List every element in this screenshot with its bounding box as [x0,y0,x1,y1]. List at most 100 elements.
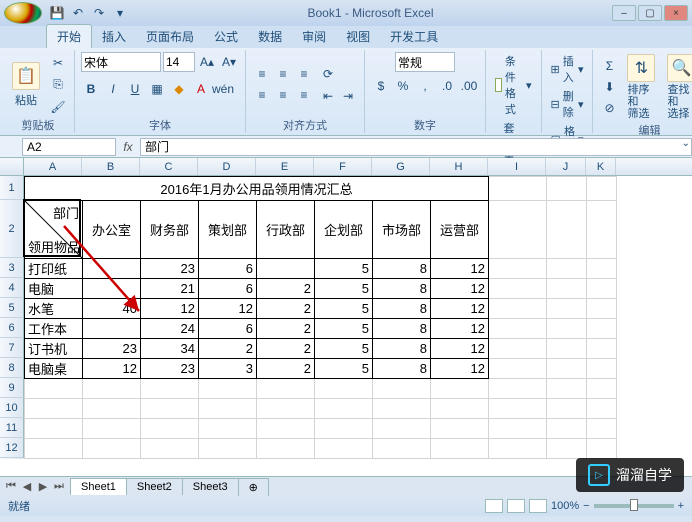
inc-decimal-icon[interactable]: .0 [437,76,457,96]
row-header-11[interactable]: 11 [0,418,24,438]
row-header-12[interactable]: 12 [0,438,24,458]
tab-view[interactable]: 视图 [336,25,380,48]
dept-header[interactable]: 行政部 [257,201,315,259]
font-name-select[interactable] [81,52,161,72]
row-header-8[interactable]: 8 [0,358,24,378]
delete-cells-button[interactable]: ⊟ 删除 ▾ [548,87,587,121]
name-box[interactable]: A2 [22,138,116,156]
clear-icon[interactable]: ⊘ [599,98,619,118]
expand-formula-icon[interactable]: ⌄ [682,138,690,149]
row-header-5[interactable]: 5 [0,298,24,318]
row-header-3[interactable]: 3 [0,258,24,278]
redo-icon[interactable]: ↷ [90,4,108,22]
align-top-icon[interactable]: ≡ [252,64,272,84]
zoom-out-icon[interactable]: − [583,500,589,512]
maximize-button[interactable]: ▢ [638,5,662,21]
italic-button[interactable]: I [103,79,123,99]
number-format-select[interactable] [395,52,455,72]
dept-header[interactable]: 运营部 [431,201,489,259]
align-left-icon[interactable]: ≡ [252,85,272,105]
tab-prev-icon[interactable]: ◀ [20,480,34,493]
worksheet-area[interactable]: A B C D E F G H I J K 1 2 3 4 5 6 7 8 9 … [0,158,692,476]
row-header-1[interactable]: 1 [0,176,24,200]
office-button[interactable] [4,2,42,24]
dept-header[interactable]: 企划部 [315,201,373,259]
copy-icon[interactable]: ⎘ [48,75,68,95]
new-sheet-icon[interactable]: ⊕ [238,478,269,496]
tab-data[interactable]: 数据 [248,25,292,48]
underline-button[interactable]: U [125,79,145,99]
col-header-E[interactable]: E [256,158,314,175]
fx-icon[interactable]: fx [116,140,140,154]
dec-decimal-icon[interactable]: .00 [459,76,479,96]
tab-layout[interactable]: 页面布局 [136,25,204,48]
tab-last-icon[interactable]: ⏭ [52,480,66,493]
cell-grid[interactable]: 2016年1月办公用品领用情况汇总 部门 领用物品 办公室 财务部 策划部 行政… [24,176,617,459]
zoom-slider[interactable] [594,504,674,508]
indent-inc-icon[interactable]: ⇥ [338,86,358,106]
cut-icon[interactable]: ✂ [48,53,68,73]
tab-review[interactable]: 审阅 [292,25,336,48]
phonetic-icon[interactable]: wén [213,79,233,99]
bold-button[interactable]: B [81,79,101,99]
fill-icon[interactable]: ⬇ [599,77,619,97]
accounting-icon[interactable]: $ [371,76,391,96]
table-row[interactable]: 电脑桌1223325812 [25,359,617,379]
row-header-10[interactable]: 10 [0,398,24,418]
border-icon[interactable]: ▦ [147,79,167,99]
row-header-4[interactable]: 4 [0,278,24,298]
col-header-I[interactable]: I [488,158,546,175]
col-header-B[interactable]: B [82,158,140,175]
row-header-7[interactable]: 7 [0,338,24,358]
dept-header[interactable]: 财务部 [141,201,199,259]
sheet-tab-3[interactable]: Sheet3 [182,478,239,495]
page-break-view-icon[interactable] [529,499,547,513]
align-bottom-icon[interactable]: ≡ [294,64,314,84]
col-header-G[interactable]: G [372,158,430,175]
comma-icon[interactable]: , [415,76,435,96]
tab-first-icon[interactable]: ⏮ [4,480,18,493]
paste-button[interactable]: 📋 粘贴 [8,60,44,110]
table-row[interactable]: 工作本24625812 [25,319,617,339]
dept-header[interactable]: 策划部 [199,201,257,259]
row-header-6[interactable]: 6 [0,318,24,338]
sort-filter-button[interactable]: ⇅ 排序和 筛选 [623,52,659,122]
percent-icon[interactable]: % [393,76,413,96]
select-all-corner[interactable] [0,158,24,175]
sheet-tab-2[interactable]: Sheet2 [126,478,183,495]
formula-input[interactable] [140,138,692,156]
align-middle-icon[interactable]: ≡ [273,64,293,84]
diagonal-header-cell[interactable]: 部门 领用物品 [25,201,83,259]
close-button[interactable]: × [664,5,688,21]
col-header-F[interactable]: F [314,158,372,175]
tab-insert[interactable]: 插入 [92,25,136,48]
font-color-icon[interactable]: A [191,79,211,99]
title-cell[interactable]: 2016年1月办公用品领用情况汇总 [25,177,489,201]
col-header-H[interactable]: H [430,158,488,175]
align-right-icon[interactable]: ≡ [294,85,314,105]
table-row[interactable]: 电脑21625812 [25,279,617,299]
minimize-button[interactable]: – [612,5,636,21]
table-row[interactable]: 订书机2334225812 [25,339,617,359]
conditional-format-button[interactable]: 条件格式 ▾ [492,52,535,118]
col-header-A[interactable]: A [24,158,82,175]
qat-dropdown-icon[interactable]: ▾ [111,4,129,22]
tab-next-icon[interactable]: ▶ [36,480,50,493]
fill-color-icon[interactable]: ◆ [169,79,189,99]
col-header-C[interactable]: C [140,158,198,175]
grow-font-icon[interactable]: A▴ [197,52,217,72]
sheet-tab-1[interactable]: Sheet1 [70,478,127,495]
normal-view-icon[interactable] [485,499,503,513]
orientation-icon[interactable]: ⟳ [318,64,338,84]
row-header-9[interactable]: 9 [0,378,24,398]
page-layout-view-icon[interactable] [507,499,525,513]
table-row[interactable]: 水笔40121225812 [25,299,617,319]
dept-header[interactable]: 办公室 [83,201,141,259]
format-painter-icon[interactable]: 🖌 [48,97,68,117]
save-icon[interactable]: 💾 [48,4,66,22]
align-center-icon[interactable]: ≡ [273,85,293,105]
tab-dev[interactable]: 开发工具 [380,25,448,48]
table-row[interactable]: 打印纸2365812 [25,259,617,279]
col-header-J[interactable]: J [546,158,586,175]
col-header-K[interactable]: K [586,158,616,175]
